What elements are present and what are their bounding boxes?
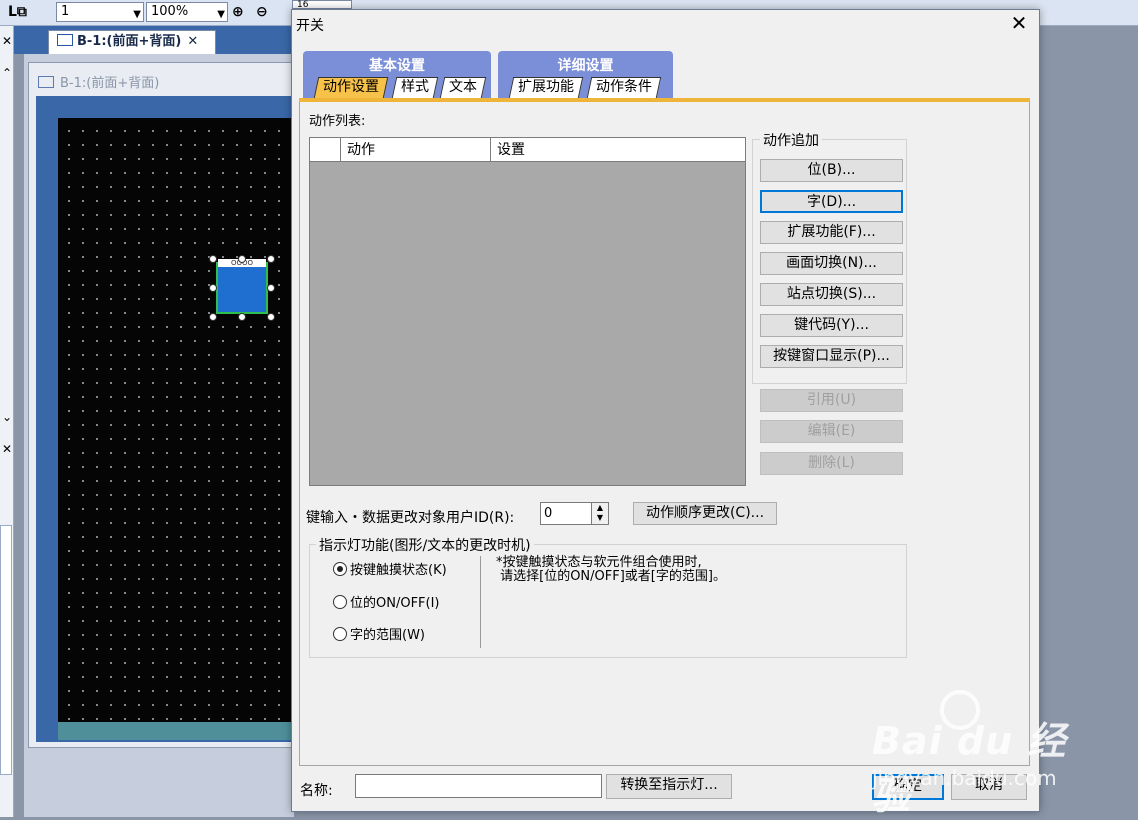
radio-label: 位的ON/OFF(I)	[350, 596, 440, 611]
lamp-function-group-label: 指示灯功能(图形/文本的更改时机)	[316, 535, 534, 555]
radio-selected-icon	[333, 562, 347, 576]
action-list-label: 动作列表:	[309, 114, 366, 129]
resize-handle[interactable]	[209, 255, 217, 263]
delete-button[interactable]: 删除(L)	[760, 452, 903, 475]
zoom-select[interactable]: 100% ▼	[146, 2, 228, 22]
reference-button[interactable]: 引用(U)	[760, 389, 903, 412]
radio-word-range[interactable]: 字的范围(W)	[333, 624, 425, 643]
tab-group-basic-title: 基本设置	[369, 58, 425, 74]
edit-button[interactable]: 编辑(E)	[760, 420, 903, 443]
resize-handle[interactable]	[209, 284, 217, 292]
switch-body	[216, 262, 268, 314]
lamp-group-divider	[480, 556, 481, 648]
spin-down-icon[interactable]: ▼	[592, 513, 608, 523]
tab-action-conditions[interactable]: 动作条件	[586, 77, 662, 98]
zoom-in-icon[interactable]: ⊕	[232, 2, 244, 22]
zoom-value: 100%	[151, 4, 189, 19]
font-size-select[interactable]: 16	[292, 0, 352, 10]
screen-canvas-footer	[58, 722, 294, 740]
chevron-down-icon: ▼	[217, 9, 225, 20]
close-tab-icon[interactable]: ✕	[187, 34, 198, 49]
radio-empty-icon	[333, 595, 347, 609]
add-key-code-button[interactable]: 键代码(Y)...	[760, 314, 903, 337]
resize-handle[interactable]	[267, 313, 275, 321]
resize-handle[interactable]	[209, 313, 217, 321]
tab-style[interactable]: 样式	[391, 77, 439, 98]
screen-icon	[38, 76, 54, 88]
document-tab[interactable]: B-1:(前面+背面) ✕	[48, 30, 216, 54]
column-header-setting[interactable]: 设置	[490, 138, 745, 162]
radio-bit-on-off[interactable]: 位的ON/OFF(I)	[333, 592, 440, 611]
scroll-down-icon[interactable]: ⌄	[0, 410, 14, 424]
close-icon[interactable]: ✕	[0, 34, 14, 48]
add-word-button[interactable]: 字(D)...	[760, 190, 903, 213]
add-station-switch-button[interactable]: 站点切换(S)...	[760, 283, 903, 306]
tab-text[interactable]: 文本	[439, 77, 487, 98]
user-id-label: 键输入・数据更改对象用户ID(R):	[306, 510, 515, 526]
watermark-brand: Bai du 经验	[872, 719, 1067, 818]
screen-editor-title: B-1:(前面+背面)	[38, 72, 159, 91]
radio-label: 字的范围(W)	[350, 628, 425, 643]
resize-handle[interactable]	[267, 255, 275, 263]
lamp-function-note: *按键触摸状态与软元件组合使用时, 请选择[位的ON/OFF]或者[字的范围]。	[496, 555, 726, 584]
switch-object[interactable]: OOOO	[209, 255, 275, 321]
property-panel-edge	[0, 525, 12, 775]
name-label: 名称:	[300, 783, 333, 799]
chevron-down-icon: ▼	[133, 9, 141, 20]
tab-group-detail-title: 详细设置	[557, 58, 614, 74]
dialog-title: 开关	[296, 18, 324, 34]
screen-number-value: 1	[61, 4, 70, 19]
radio-key-touch-state[interactable]: 按键触摸状态(K)	[333, 559, 447, 578]
radio-label: 按键触摸状态(K)	[350, 563, 447, 578]
screen-icon	[57, 34, 73, 46]
change-action-order-button[interactable]: 动作顺序更改(C)...	[633, 502, 777, 525]
scroll-up-icon[interactable]: ⌃	[0, 66, 14, 80]
close-icon[interactable]: ✕	[0, 442, 14, 456]
zoom-out-icon[interactable]: ⊖	[256, 2, 268, 22]
add-bit-button[interactable]: 位(B)...	[760, 159, 903, 182]
user-id-spinner[interactable]: ▲ ▼	[591, 502, 609, 525]
baidu-watermark: Bai du 经验 jingyan.baidu.com	[870, 690, 1080, 818]
dialog-close-icon[interactable]: ✕	[1006, 10, 1032, 36]
column-header-action[interactable]: 动作	[340, 138, 490, 162]
screen-number-select[interactable]: 1 ▼	[56, 2, 144, 22]
spin-up-icon[interactable]: ▲	[592, 503, 608, 513]
resize-handle[interactable]	[238, 255, 246, 263]
action-list-table[interactable]	[309, 137, 746, 486]
screen-editor-title-text: B-1:(前面+背面)	[60, 76, 160, 91]
convert-to-lamp-button[interactable]: 转换至指示灯...	[606, 774, 732, 799]
action-list-header: 动作 设置	[310, 138, 745, 162]
preview-icon[interactable]: L⧉	[8, 2, 27, 22]
tab-extended-functions[interactable]: 扩展功能	[508, 77, 584, 98]
add-key-window-display-button[interactable]: 按键窗口显示(P)...	[760, 345, 903, 368]
document-tab-label: B-1:(前面+背面)	[77, 34, 182, 49]
radio-empty-icon	[333, 627, 347, 641]
screen-canvas[interactable]	[58, 118, 294, 722]
name-input[interactable]	[355, 774, 602, 798]
add-action-group-label: 动作追加	[760, 130, 822, 150]
resize-handle[interactable]	[238, 313, 246, 321]
tab-action-settings[interactable]: 动作设置	[313, 77, 389, 98]
resize-handle[interactable]	[267, 284, 275, 292]
watermark-url: jingyan.baidu.com	[872, 766, 1057, 790]
add-extended-function-button[interactable]: 扩展功能(F)...	[760, 221, 903, 244]
add-screen-switch-button[interactable]: 画面切换(N)...	[760, 252, 903, 275]
user-id-input[interactable]: 0	[540, 502, 592, 525]
